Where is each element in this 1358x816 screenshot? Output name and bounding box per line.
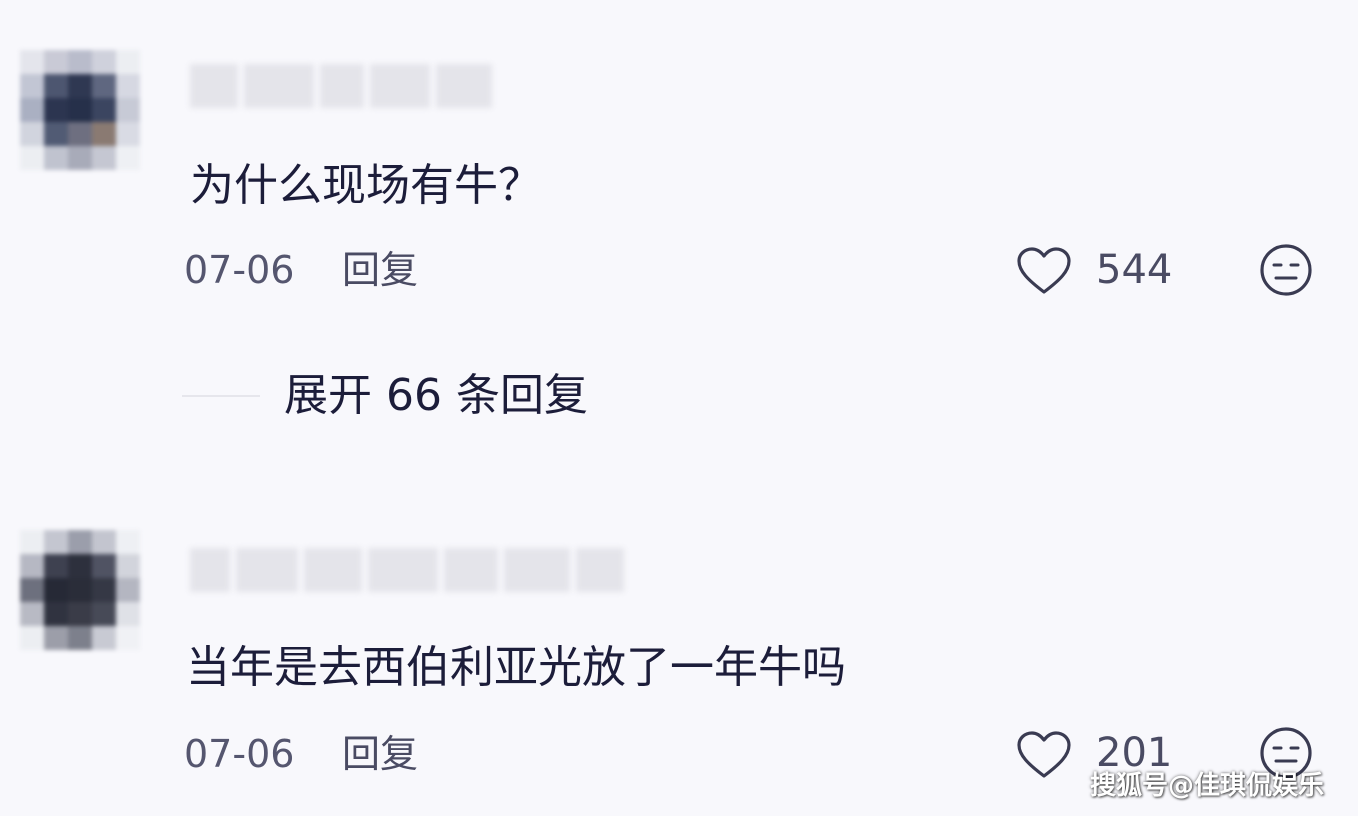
expand-replies-label: 展开 66 条回复	[284, 370, 588, 421]
heart-outline-icon[interactable]	[1016, 246, 1072, 296]
comment-date: 07-06	[184, 732, 295, 776]
heart-outline-icon[interactable]	[1016, 730, 1072, 780]
like-count: 544	[1096, 247, 1173, 293]
username-blurred[interactable]	[190, 64, 492, 108]
avatar[interactable]	[20, 530, 140, 650]
expand-replies-button[interactable]: 展开 66 条回复	[182, 368, 588, 424]
reply-button[interactable]: 回复	[342, 732, 418, 776]
comment-text: 为什么现场有牛？	[190, 160, 542, 211]
comment-date: 07-06	[184, 248, 295, 292]
comment-text: 当年是去西伯利亚光放了一年牛吗	[186, 642, 846, 693]
divider	[182, 395, 260, 397]
comment-item: 当年是去西伯利亚光放了一年牛吗 07-06 回复 201	[0, 500, 1358, 800]
username-blurred[interactable]	[190, 548, 624, 592]
expressionless-face-icon[interactable]	[1259, 243, 1313, 297]
comment-item: 为什么现场有牛？ 07-06 回复 544	[0, 0, 1358, 340]
watermark: 搜狐号@佳琪侃娱乐	[1089, 771, 1324, 801]
reply-button[interactable]: 回复	[342, 248, 418, 292]
avatar[interactable]	[20, 50, 140, 170]
